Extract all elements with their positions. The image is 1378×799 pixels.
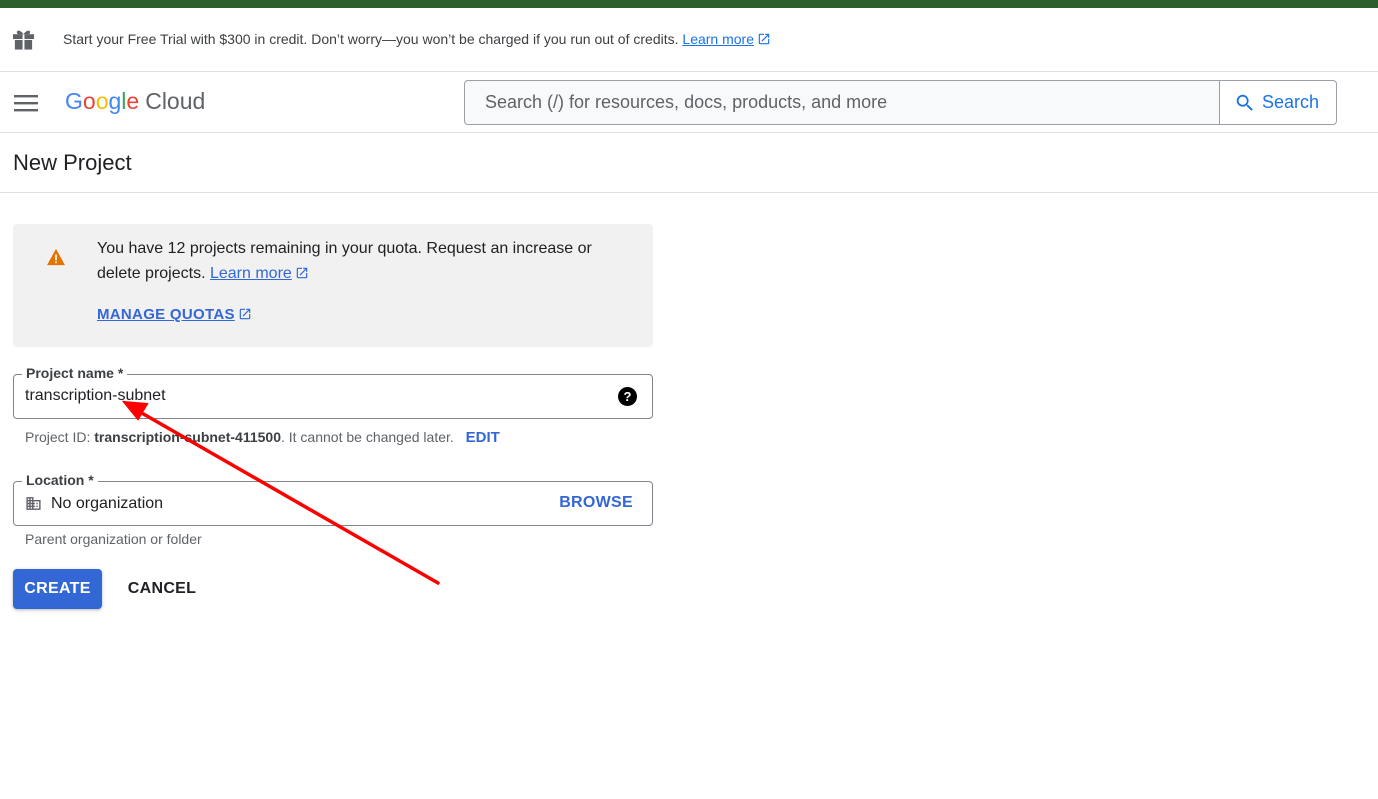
help-icon[interactable]: ?: [618, 387, 637, 406]
external-link-icon: [758, 33, 770, 45]
page-title: New Project: [13, 150, 132, 175]
location-value: No organization: [51, 495, 164, 512]
project-id-suffix: . It cannot be changed later.: [280, 429, 454, 445]
browse-button[interactable]: BROWSE: [559, 494, 633, 512]
free-trial-banner: Start your Free Trial with $300 in credi…: [0, 8, 1378, 72]
create-button[interactable]: CREATE: [13, 569, 102, 609]
top-header: Google Cloud Search: [0, 73, 1378, 133]
project-id-hint: Project ID: transcription-subnet-411500.…: [25, 429, 500, 446]
top-stripe: [0, 0, 1378, 8]
hamburger-menu-icon[interactable]: [14, 94, 38, 112]
trial-text: Start your Free Trial with $300 in credi…: [63, 31, 771, 47]
quota-text: You have 12 projects remaining in your q…: [97, 236, 617, 286]
warning-icon: [47, 248, 65, 266]
quota-message: You have 12 projects remaining in your q…: [97, 240, 592, 282]
search-input[interactable]: [465, 81, 1219, 124]
page-title-bar: New Project: [0, 133, 1378, 193]
external-link-icon: [239, 308, 251, 320]
google-cloud-logo[interactable]: Google Cloud: [65, 88, 205, 115]
search-button-label: Search: [1262, 92, 1320, 112]
external-link-icon: [296, 267, 308, 279]
trial-message: Start your Free Trial with $300 in credi…: [63, 31, 679, 47]
location-label: Location *: [22, 472, 98, 488]
search-icon: [1236, 94, 1253, 111]
location-field[interactable]: Location * No organization BROWSE: [13, 472, 653, 526]
project-name-label: Project name *: [22, 365, 128, 381]
organization-icon: [26, 497, 41, 510]
location-help-text: Parent organization or folder: [25, 531, 202, 547]
trial-learn-more-link[interactable]: Learn more: [682, 31, 754, 47]
quota-learn-more-link[interactable]: Learn more: [210, 265, 292, 282]
quota-notice: You have 12 projects remaining in your q…: [13, 224, 653, 347]
project-name-field[interactable]: Project name * transcription-subnet ?: [13, 365, 653, 419]
project-name-input[interactable]: transcription-subnet: [25, 387, 166, 405]
cancel-button[interactable]: CANCEL: [119, 569, 205, 609]
edit-project-id-button[interactable]: EDIT: [466, 429, 500, 446]
search-button[interactable]: Search: [1219, 81, 1336, 124]
gift-icon: [12, 30, 35, 50]
search-bar: Search: [464, 80, 1337, 125]
logo-google: Google: [65, 88, 140, 114]
manage-quotas-label: MANAGE QUOTAS: [97, 306, 235, 323]
logo-cloud: Cloud: [145, 88, 206, 114]
project-id-value: transcription-subnet-411500: [94, 429, 281, 445]
manage-quotas-link[interactable]: MANAGE QUOTAS: [97, 306, 252, 323]
project-id-prefix: Project ID:: [25, 429, 91, 445]
